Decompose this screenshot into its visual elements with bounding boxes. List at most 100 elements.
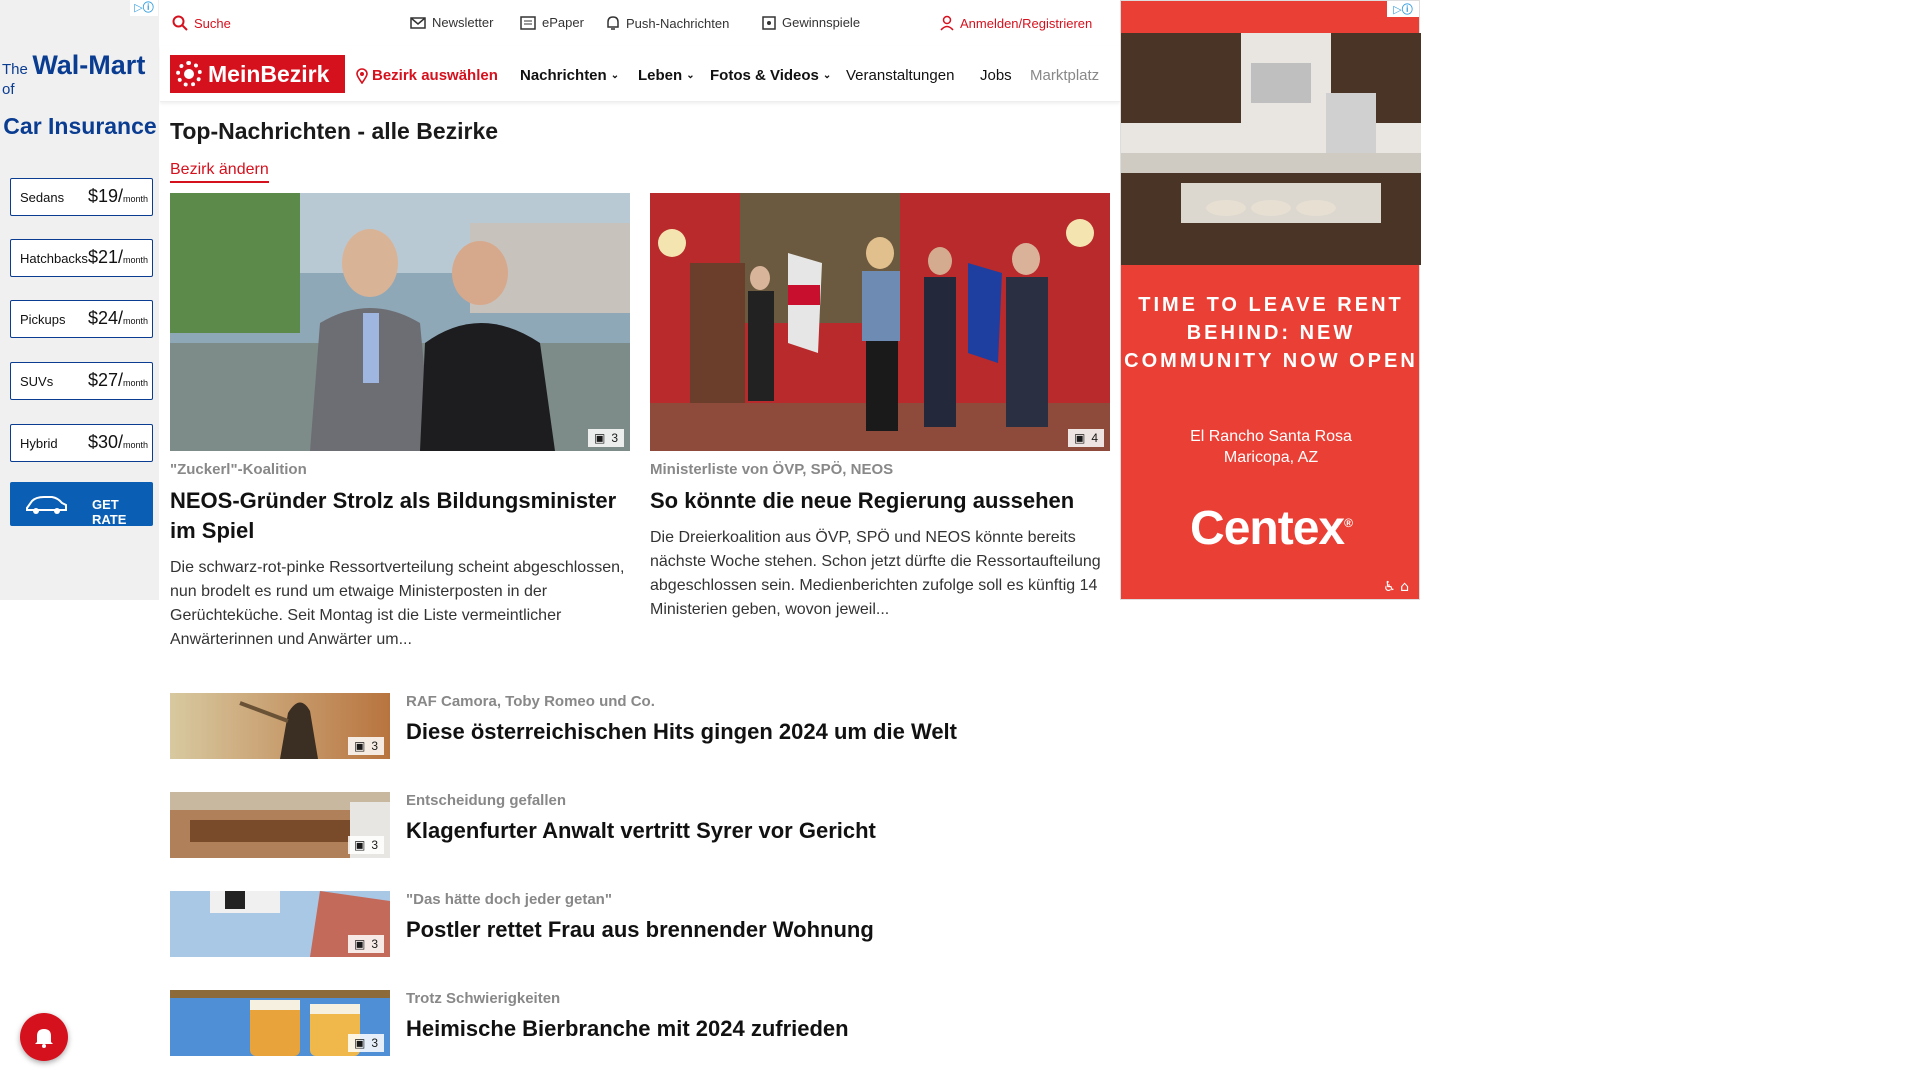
list-kicker: Entscheidung gefallen [406, 792, 567, 809]
ad-option-price: $21/month [87, 247, 148, 267]
ad-image [1121, 33, 1421, 265]
left-ad-banner[interactable]: ▷ⓘ The Wal-Mart of Car Insurance Sedans … [0, 0, 159, 600]
ad-option-label: Hatchbacks [20, 251, 88, 266]
ad-location-line: Maricopa, AZ [1223, 449, 1319, 466]
gift-icon [762, 15, 776, 30]
featured-article[interactable]: ▣ 3 "Zuckerl"-Koalition NEOS-Gründer Str… [170, 193, 630, 652]
utility-bar: Suche Newsletter ePaper Push-Nachrichten… [160, 0, 1120, 46]
adchoices-icon[interactable]: ▷ⓘ [130, 0, 158, 16]
ad-option-hybrid[interactable]: Hybrid $30/month [10, 424, 153, 462]
car-icon [26, 496, 67, 514]
search-label: Suche [194, 15, 231, 31]
article-photo [170, 193, 630, 451]
ad-brand-of: of [2, 81, 15, 98]
ad-brand-the: The [2, 61, 28, 78]
get-rate-label: GET RATE [92, 497, 127, 527]
ad-option-pickups[interactable]: Pickups $24/month [10, 300, 153, 338]
article-teaser: Die schwarz-rot-pinke Ressortverteilung … [170, 559, 625, 648]
gallery-icon: ▣ [353, 937, 366, 951]
article-image[interactable]: ▣ 4 [650, 193, 1110, 451]
push-label: Push-Nachrichten [626, 15, 730, 31]
bell-icon [35, 1029, 53, 1048]
list-item[interactable]: ▣ 3 "Das hätte doch jeder getan" Postler … [170, 891, 1110, 957]
list-thumbnail[interactable]: ▣ 3 [170, 693, 390, 759]
ad-option-sedans[interactable]: Sedans $19/month [10, 178, 153, 216]
ad-headline: TIME TO LEAVE RENT BEHIND: NEW COMMUNITY… [1124, 294, 1418, 372]
logo-text: MeinBezirk [208, 60, 330, 87]
search-link[interactable]: Suche [172, 15, 231, 31]
location-pin-icon [356, 67, 368, 84]
main-column: Suche Newsletter ePaper Push-Nachrichten… [160, 0, 1120, 1080]
article-kicker: Ministerliste von ÖVP, SPÖ, NEOS [650, 461, 894, 478]
ad-brand-logo: Centex® [1190, 502, 1353, 555]
chevron-down-icon: ⌄ [822, 70, 832, 81]
accessibility-icon: ♿ ⌂ [1383, 579, 1409, 595]
gallery-icon: ▣ [353, 1036, 366, 1050]
list-kicker: "Das hätte doch jeder getan" [406, 891, 612, 908]
list-item[interactable]: ▣ 3 Entscheidung gefallen Klagenfurter An… [170, 792, 1110, 858]
nav-marktplatz[interactable]: Marktplatz [1030, 67, 1116, 84]
notification-bell-button[interactable] [20, 1013, 68, 1061]
ad-option-price: $24/month [87, 308, 148, 328]
article-title[interactable]: NEOS-Gründer Strolz als Bildungsminister… [170, 486, 630, 546]
gewinnspiele-link[interactable]: Gewinnspiele [762, 15, 860, 30]
gallery-badge: ▣ 3 [347, 737, 384, 755]
main-navigation: MeinBezirk Bezirk auswählen Nachrichten ⌄… [160, 46, 1120, 102]
gallery-icon: ▣ [353, 739, 366, 753]
bezirk-select[interactable]: Bezirk auswählen [356, 67, 498, 84]
adchoices-icon[interactable]: ▷ⓘ [1387, 1, 1419, 17]
ad-location-line: El Rancho Santa Rosa [1190, 428, 1352, 445]
bezirk-label: Bezirk auswählen [372, 67, 498, 84]
ad-option-price: $30/month [87, 432, 148, 452]
logo-sun-icon [176, 61, 202, 87]
article-title[interactable]: So könnte die neue Regierung aussehen [650, 486, 1110, 516]
featured-article[interactable]: ▣ 4 Ministerliste von ÖVP, SPÖ, NEOS So … [650, 193, 1110, 622]
ad-brand-name: Wal-Mart [32, 50, 146, 80]
ad-option-hatchbacks[interactable]: Hatchbacks $21/month [10, 239, 153, 277]
list-title[interactable]: Heimische Bierbranche mit 2024 zufrieden [406, 1016, 849, 1042]
page-title: Top-Nachrichten - alle Bezirke [170, 118, 499, 144]
site-logo[interactable]: MeinBezirk [170, 55, 345, 93]
epaper-label: ePaper [542, 15, 584, 30]
login-link[interactable]: Anmelden/Registrieren [940, 15, 1092, 31]
login-label: Anmelden/Registrieren [960, 15, 1093, 31]
ad-option-price: $27/month [87, 370, 148, 390]
bell-icon [607, 16, 619, 30]
nav-jobs[interactable]: Jobs [980, 67, 1012, 84]
ad-location: El Rancho Santa Rosa Maricopa, AZ [1121, 426, 1421, 468]
nav-label: Nachrichten [520, 67, 607, 84]
ad-option-label: Hybrid [20, 436, 58, 451]
list-thumbnail[interactable]: ▣ 3 [170, 792, 390, 858]
ad-brand: The Wal-Mart of Car Insurance [2, 50, 158, 140]
change-bezirk-link[interactable]: Bezirk ändern [170, 161, 269, 183]
nav-nachrichten[interactable]: Nachrichten ⌄ [520, 67, 619, 84]
ad-option-suvs[interactable]: SUVs $27/month [10, 362, 153, 400]
article-kicker: "Zuckerl"-Koalition [170, 461, 307, 478]
list-title[interactable]: Klagenfurter Anwalt vertritt Syrer vor G… [406, 818, 876, 844]
ad-option-label: Pickups [20, 312, 66, 327]
epaper-link[interactable]: ePaper [520, 15, 584, 30]
get-rate-button[interactable]: GET RATE [10, 482, 153, 527]
newsletter-link[interactable]: Newsletter [410, 15, 493, 30]
nav-veranstaltungen[interactable]: Veranstaltungen [846, 67, 954, 84]
gallery-icon: ▣ [353, 838, 366, 852]
ad-option-label: Sedans [20, 190, 65, 205]
list-title[interactable]: Diese österreichischen Hits gingen 2024 … [406, 719, 957, 745]
nav-label: Leben [638, 67, 683, 84]
article-image[interactable]: ▣ 3 [170, 193, 630, 451]
right-ad-banner[interactable]: ▷ⓘ TIME TO LEAVE RENT BEHIND: NEW COMMUN… [1120, 0, 1421, 600]
gallery-badge: ▣ 3 [587, 429, 624, 447]
list-thumbnail[interactable]: ▣ 3 [170, 891, 390, 957]
list-item[interactable]: ▣ 3 Trotz Schwierigkeiten Heimische Bierb… [170, 990, 1110, 1056]
nav-fotos-videos[interactable]: Fotos & Videos ⌄ [710, 67, 831, 84]
user-icon [940, 15, 954, 31]
gallery-count: 3 [371, 838, 378, 852]
gallery-badge: ▣ 4 [1067, 429, 1104, 447]
nav-leben[interactable]: Leben ⌄ [638, 67, 695, 84]
list-thumbnail[interactable]: ▣ 3 [170, 990, 390, 1056]
list-item[interactable]: ▣ 3 RAF Camora, Toby Romeo und Co. Diese … [170, 693, 1110, 759]
chevron-down-icon: ⌄ [686, 70, 695, 81]
chevron-down-icon: ⌄ [610, 70, 620, 81]
list-title[interactable]: Postler rettet Frau aus brennender Wohnu… [406, 917, 874, 943]
push-link[interactable]: Push-Nachrichten [606, 15, 729, 31]
